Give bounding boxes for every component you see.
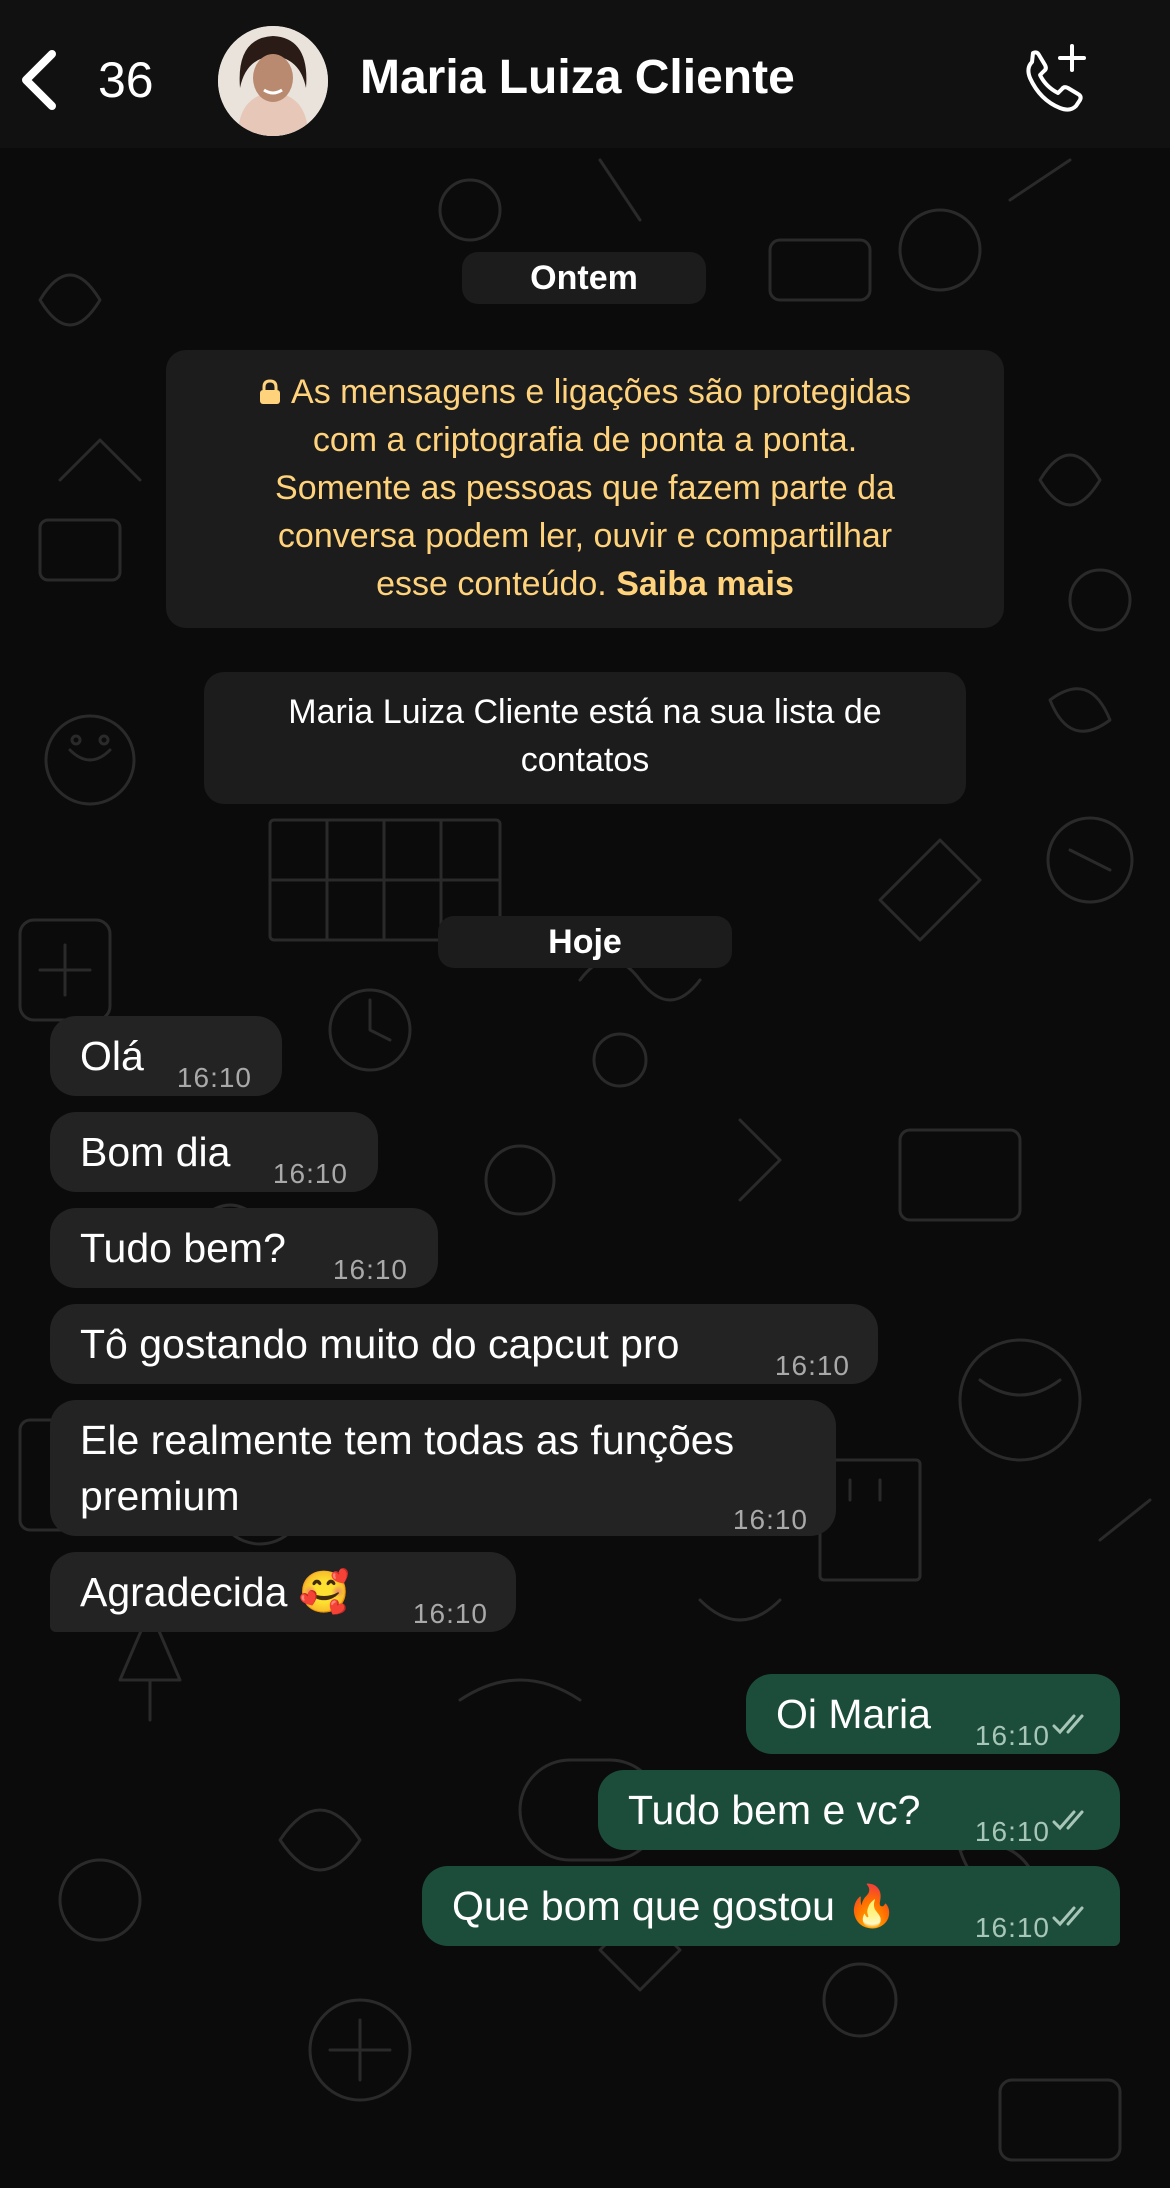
- incoming-message[interactable]: Tô gostando muito do capcut pro 16:10: [50, 1304, 878, 1384]
- message-text: Olá: [80, 1033, 144, 1079]
- contact-name[interactable]: Maria Luiza Cliente: [360, 50, 795, 105]
- avatar-image: [218, 26, 328, 136]
- incoming-message[interactable]: Olá 16:10: [50, 1016, 282, 1096]
- outgoing-message[interactable]: Tudo bem e vc? 16:10: [598, 1770, 1120, 1850]
- message-time: 16:10: [272, 1158, 348, 1189]
- add-call-icon: [1026, 44, 1086, 112]
- read-ticks-icon: [1052, 1810, 1084, 1831]
- contact-info-notice: Maria Luiza Cliente está na sua lista de…: [204, 672, 966, 804]
- message-time: 16:10: [732, 1504, 808, 1535]
- message-time: 16:10: [774, 1350, 850, 1381]
- read-ticks-icon: [1052, 1906, 1084, 1927]
- date-chip-label: Hoje: [548, 923, 622, 961]
- chevron-left-icon: [22, 50, 56, 110]
- message-time: 16:10: [176, 1062, 252, 1093]
- message-time: 16:10: [332, 1254, 408, 1285]
- message-time: 16:10: [974, 1816, 1050, 1847]
- message-text: Oi Maria: [776, 1691, 931, 1737]
- unread-count: 36: [98, 52, 154, 108]
- back-button[interactable]: 36: [18, 44, 154, 116]
- chat-header: 36 Maria Luiza Cliente: [0, 0, 1170, 148]
- message-text: premium: [80, 1473, 240, 1519]
- message-time: 16:10: [974, 1912, 1050, 1943]
- notice-line: com a criptografia de ponta a ponta.: [312, 421, 858, 459]
- notice-line: As mensagens e ligações são protegidas: [291, 373, 911, 411]
- message-text: Tudo bem?: [80, 1225, 286, 1271]
- message-time: 16:10: [412, 1598, 488, 1629]
- date-chip-yesterday: Ontem: [462, 252, 706, 304]
- message-text: Ele realmente tem todas as funções: [80, 1417, 735, 1463]
- date-chip-label: Ontem: [530, 259, 638, 297]
- date-chip-today: Hoje: [438, 916, 732, 968]
- encryption-notice[interactable]: As mensagens e ligações são protegidas c…: [166, 350, 1004, 628]
- incoming-message[interactable]: Agradecida 🥰 16:10: [50, 1552, 516, 1632]
- incoming-message[interactable]: Ele realmente tem todas as funções premi…: [50, 1400, 836, 1536]
- notice-line: Somente as pessoas que fazem parte da: [275, 469, 895, 507]
- message-text: Tô gostando muito do capcut pro: [80, 1321, 680, 1367]
- learn-more-link[interactable]: Saiba mais: [616, 565, 794, 603]
- read-ticks-icon: [1052, 1714, 1084, 1735]
- notice-line: conversa podem ler, ouvir e compartilhar: [277, 517, 893, 555]
- lock-icon: [260, 379, 281, 404]
- info-line: contatos: [520, 741, 650, 779]
- message-text: Que bom que gostou 🔥: [452, 1883, 898, 1929]
- outgoing-message[interactable]: Oi Maria 16:10: [746, 1674, 1120, 1754]
- message-time: 16:10: [974, 1720, 1050, 1751]
- message-text: Bom dia: [80, 1129, 231, 1175]
- message-text: Tudo bem e vc?: [628, 1787, 921, 1833]
- avatar[interactable]: [218, 26, 328, 136]
- incoming-message[interactable]: Bom dia 16:10: [50, 1112, 378, 1192]
- info-line: Maria Luiza Cliente está na sua lista de: [288, 693, 882, 731]
- outgoing-message[interactable]: Que bom que gostou 🔥 16:10: [422, 1866, 1120, 1946]
- add-call-button[interactable]: [1018, 40, 1090, 116]
- incoming-message[interactable]: Tudo bem? 16:10: [50, 1208, 438, 1288]
- notice-line: esse conteúdo.: [376, 565, 607, 603]
- message-text: Agradecida 🥰: [80, 1569, 350, 1615]
